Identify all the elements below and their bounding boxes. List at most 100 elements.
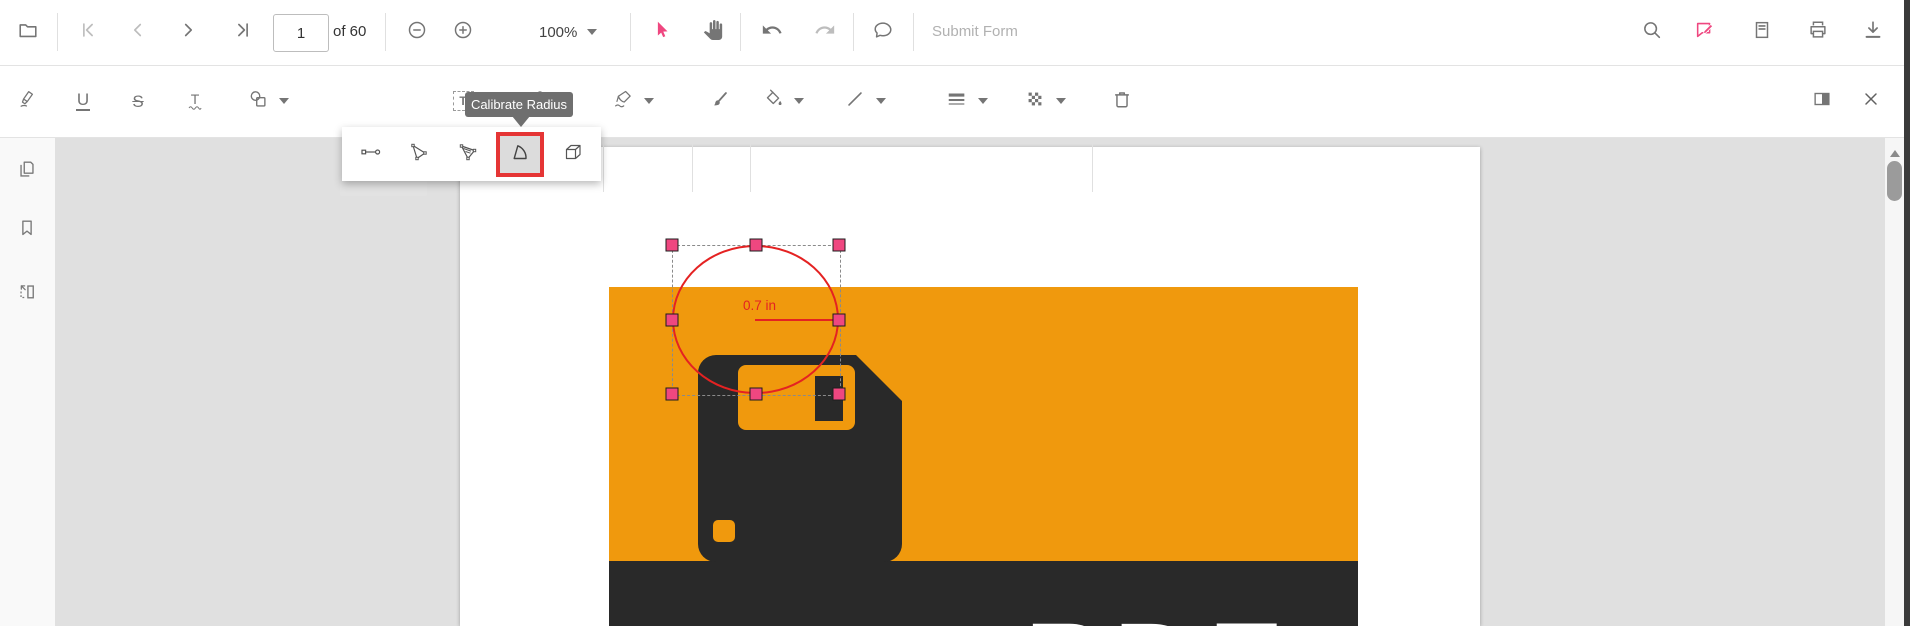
chevron-down-icon: [876, 98, 886, 104]
opacity-dropdown-button[interactable]: [1020, 81, 1070, 121]
undo-button[interactable]: [752, 12, 792, 52]
next-page-button[interactable]: [168, 12, 208, 52]
calibrate-menu: [342, 127, 601, 181]
scroll-up-icon[interactable]: [1890, 150, 1900, 157]
page-count-label: of 60: [333, 23, 367, 40]
window-edge: [1904, 0, 1910, 626]
bookmarks-panel-button[interactable]: [7, 210, 47, 250]
ink-button[interactable]: [700, 81, 740, 121]
resize-handle-top-center[interactable]: [749, 238, 762, 252]
open-file-button[interactable]: [8, 12, 48, 52]
pdf-viewer-app: of 60 100% Submit Form: [0, 0, 1910, 626]
edit-annotation-icon: [1694, 19, 1716, 46]
folder-icon: [17, 19, 39, 46]
brush-icon: [709, 88, 731, 115]
document-tool-button[interactable]: [1742, 12, 1782, 52]
chevron-right-icon: [177, 19, 199, 46]
pdf-page: PDF 0.7 in: [460, 147, 1480, 626]
underline-button[interactable]: U: [63, 81, 103, 121]
previous-page-button[interactable]: [118, 12, 158, 52]
thumbnails-icon: [16, 158, 38, 185]
page-number-input[interactable]: [273, 14, 329, 52]
calibrate-perimeter-item[interactable]: [399, 134, 439, 174]
stroke-color-dropdown-button[interactable]: [840, 81, 890, 121]
scrollbar-thumb[interactable]: [1887, 161, 1902, 201]
zoom-level-value: 100%: [539, 23, 578, 41]
zoom-in-button[interactable]: [443, 12, 483, 52]
last-page-icon: [232, 19, 254, 46]
comment-tool-button[interactable]: [863, 12, 903, 52]
annotation-toolbar: U S T T: [0, 66, 1910, 196]
first-page-button[interactable]: [68, 12, 108, 52]
zoom-level-dropdown[interactable]: 100%: [535, 12, 601, 52]
calibrate-radius-item[interactable]: [496, 131, 544, 177]
printer-icon: [1807, 19, 1829, 46]
opacity-icon: [1024, 88, 1046, 115]
area-icon: [456, 140, 480, 169]
bookmark-icon: [16, 217, 38, 244]
fill-color-dropdown-button[interactable]: [758, 81, 808, 121]
calibrate-distance-item[interactable]: [351, 134, 391, 174]
scrollbar-track[interactable]: [1885, 138, 1904, 626]
tooltip-arrow: [512, 116, 530, 127]
resize-handle-middle-right[interactable]: [832, 313, 846, 326]
highlight-button[interactable]: [8, 81, 48, 121]
thickness-dropdown-button[interactable]: [942, 81, 992, 121]
hand-icon: [703, 19, 723, 45]
strikethrough-button[interactable]: S: [118, 81, 158, 121]
shapes-dropdown-button[interactable]: [243, 81, 293, 121]
print-button[interactable]: [1798, 12, 1838, 52]
close-icon: [1861, 89, 1881, 114]
search-icon: [1641, 19, 1663, 46]
main-toolbar: of 60 100% Submit Form: [0, 0, 1910, 66]
organize-pages-button[interactable]: [7, 274, 47, 314]
chevron-left-icon: [127, 19, 149, 46]
strikethrough-icon: S: [132, 91, 144, 111]
resize-handle-middle-left[interactable]: [665, 313, 679, 326]
download-icon: [1862, 19, 1884, 46]
left-sidebar: [0, 138, 55, 626]
resize-handle-top-right[interactable]: [832, 238, 846, 252]
trash-icon: [1111, 88, 1133, 115]
chevron-down-icon: [279, 98, 289, 104]
chevron-down-icon: [978, 98, 988, 104]
submit-form-label[interactable]: Submit Form: [932, 23, 1018, 40]
calibrate-volume-item[interactable]: [553, 134, 593, 174]
tooltip: Calibrate Radius: [465, 92, 573, 117]
signature-icon: [612, 88, 634, 115]
zoom-out-button[interactable]: [397, 12, 437, 52]
cursor-icon: [651, 19, 673, 46]
resize-handle-bottom-left[interactable]: [665, 387, 679, 401]
volume-icon: [561, 140, 585, 169]
resize-handle-top-left[interactable]: [665, 238, 679, 252]
banner-title-text: PDF: [1025, 606, 1291, 626]
organize-pages-icon: [16, 281, 38, 308]
comment-panel-button[interactable]: [1802, 81, 1842, 121]
perimeter-icon: [407, 140, 431, 169]
document-icon: [1751, 19, 1773, 46]
resize-handle-bottom-center[interactable]: [749, 387, 762, 401]
calibrate-area-item[interactable]: [448, 134, 488, 174]
close-annotation-toolbar-button[interactable]: [1851, 81, 1891, 121]
squiggly-button[interactable]: T: [175, 81, 215, 121]
delete-annotation-button[interactable]: [1102, 81, 1142, 121]
distance-icon: [359, 140, 383, 169]
chevron-down-icon: [587, 29, 598, 35]
redo-button[interactable]: [805, 12, 845, 52]
chevron-down-icon: [794, 98, 804, 104]
first-page-icon: [77, 19, 99, 46]
download-button[interactable]: [1853, 12, 1893, 52]
thumbnails-panel-button[interactable]: [7, 151, 47, 191]
radius-icon: [508, 140, 532, 169]
edit-annotation-button[interactable]: [1685, 12, 1725, 52]
resize-handle-bottom-right[interactable]: [832, 387, 846, 401]
search-button[interactable]: [1632, 12, 1672, 52]
pan-tool-button[interactable]: [693, 12, 733, 52]
comment-panel-icon: [1811, 88, 1833, 115]
redo-icon: [814, 19, 836, 46]
signature-dropdown-button[interactable]: [608, 81, 658, 121]
underline-icon: U: [75, 90, 91, 111]
selection-tool-button[interactable]: [642, 12, 682, 52]
last-page-button[interactable]: [223, 12, 263, 52]
radius-line: [755, 319, 839, 321]
